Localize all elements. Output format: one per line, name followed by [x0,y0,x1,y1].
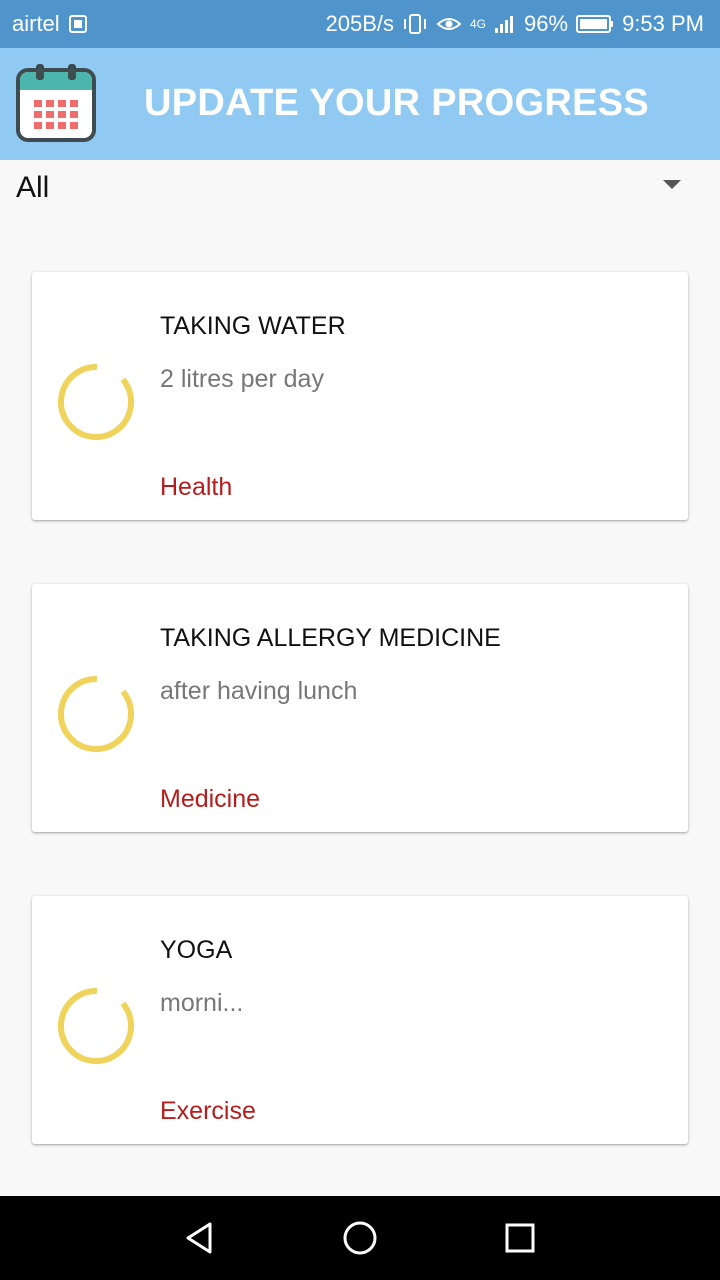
signal-icon [494,14,516,34]
network-type: 4G [470,17,487,31]
system-nav-bar [0,1196,720,1280]
battery-percent: 96% [524,11,569,36]
category-filter-dropdown[interactable]: All [0,160,720,216]
task-card[interactable]: TAKING ALLERGY MEDICINE after having lun… [32,584,688,832]
task-category: Exercise [160,1097,256,1125]
carrier-label: airtel [12,11,60,36]
back-icon[interactable] [180,1218,220,1258]
progress-spinner-icon [58,676,134,752]
app-bar: UPDATE YOUR PROGRESS [0,48,720,160]
progress-spinner-icon [58,988,134,1064]
battery-icon [576,14,614,34]
dropdown-arrow-icon[interactable] [663,180,681,189]
task-description: 2 litres per day [160,365,324,393]
filter-selected-value: All [16,171,50,204]
network-speed: 205B/s [325,11,395,36]
status-right: 205B/s 4G 96% 9:53 PM [326,11,705,37]
task-card[interactable]: YOGA morni... Exercise [32,896,688,1144]
task-title: YOGA [160,936,233,964]
status-bar: airtel 205B/s 4G 96% 9:53 PM [0,0,720,48]
task-title: TAKING ALLERGY MEDICINE [160,624,501,652]
calendar-icon [16,62,96,142]
recents-icon[interactable] [500,1218,540,1258]
task-card[interactable]: TAKING WATER 2 litres per day Health [32,272,688,520]
status-left: airtel [12,11,88,37]
home-icon[interactable] [340,1218,380,1258]
clock-time: 9:53 PM [622,11,704,36]
task-description: after having lunch [160,677,358,705]
sim-card-icon [68,14,88,34]
page-title: UPDATE YOUR PROGRESS [144,82,650,124]
task-title: TAKING WATER [160,312,346,340]
eye-comfort-icon [436,14,462,34]
task-list: TAKING WATER 2 litres per day Health TAK… [32,272,688,1208]
progress-spinner-icon [58,364,134,440]
task-category: Medicine [160,785,261,813]
vibrate-icon [402,12,428,36]
task-description: morni... [160,989,244,1017]
task-category: Health [160,473,233,501]
